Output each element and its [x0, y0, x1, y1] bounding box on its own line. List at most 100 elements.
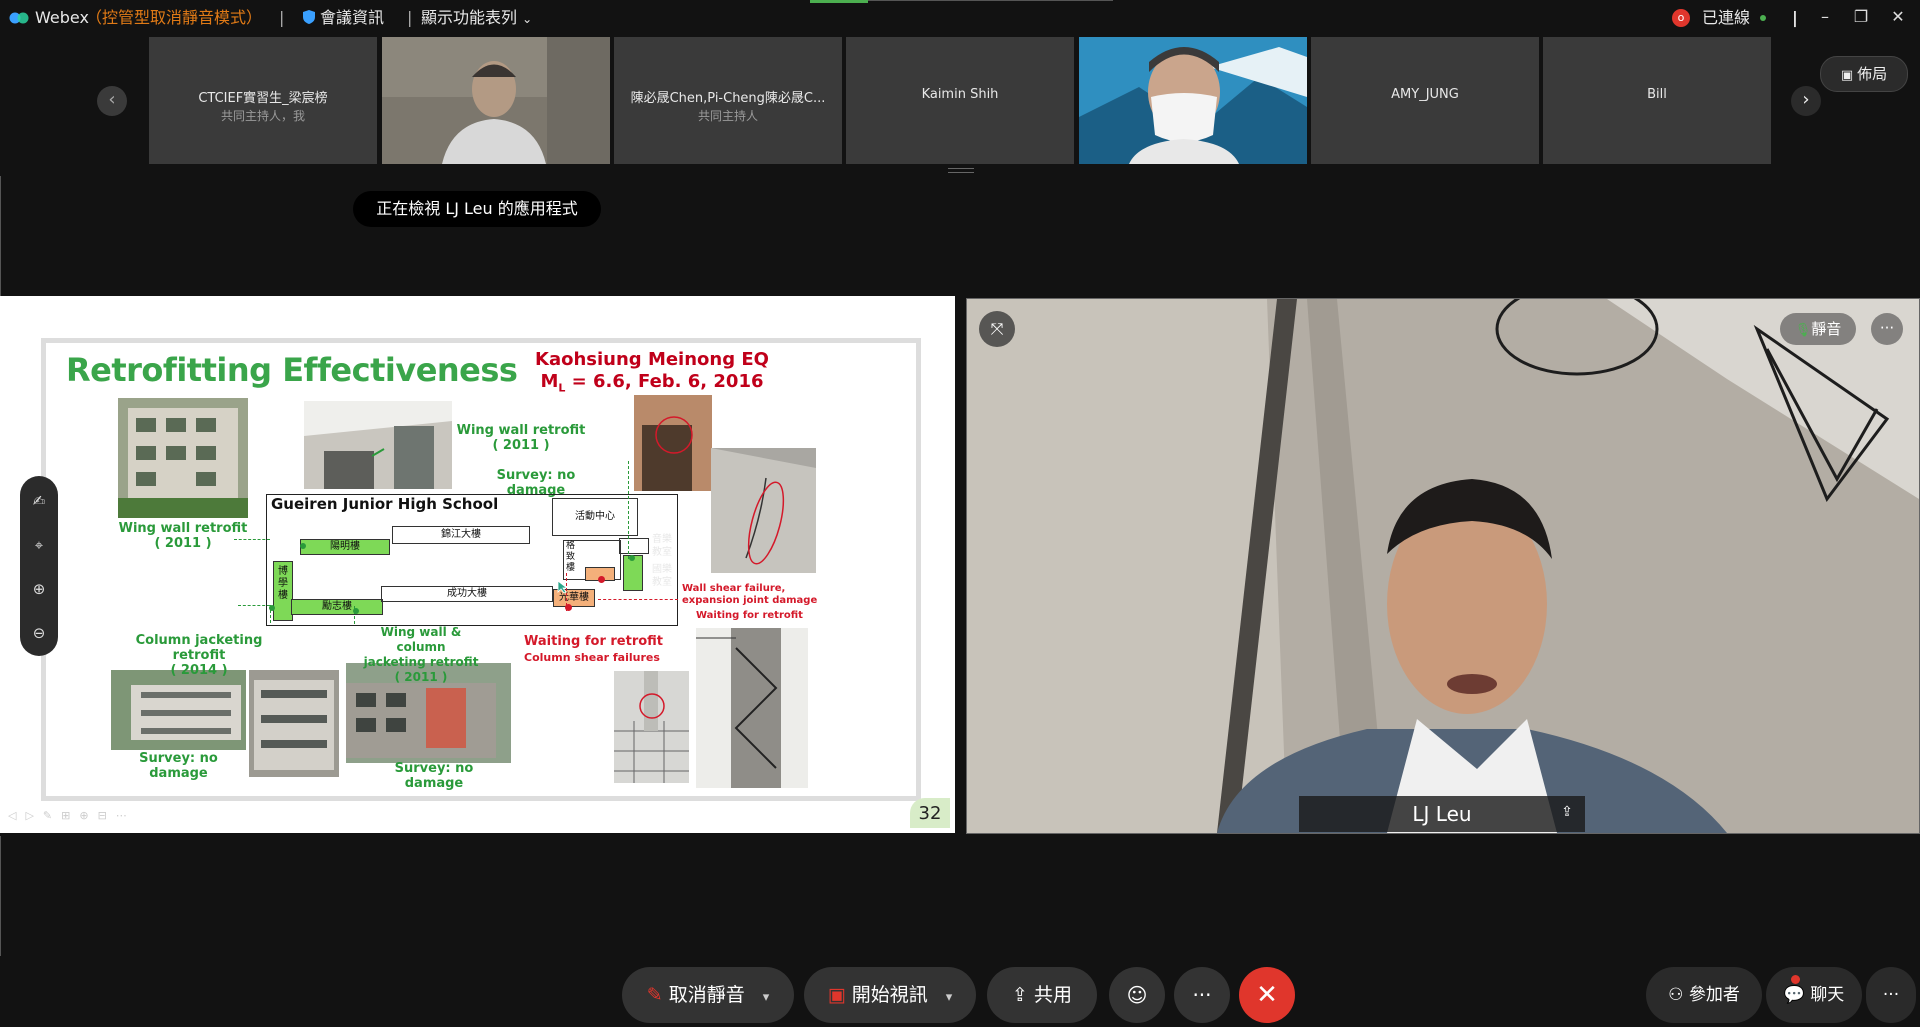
share-button[interactable]: ⇪ 共用 — [987, 967, 1097, 1023]
connected-dot-icon — [1760, 15, 1766, 21]
chevron-down-icon: ⌄ — [522, 12, 533, 26]
separator: | — [1792, 8, 1798, 27]
building-photo — [111, 670, 246, 750]
more-options-button[interactable]: ··· — [1174, 967, 1230, 1023]
person-icon: ⚇ — [1668, 985, 1684, 1005]
building: 勵志樓 — [291, 599, 383, 615]
shared-content[interactable]: Retrofitting Effectiveness Kaohsiung Mei… — [0, 296, 955, 833]
label: Survey: no damage — [394, 761, 474, 791]
participant-name: Bill — [1647, 87, 1667, 102]
resize-handle[interactable] — [948, 168, 974, 173]
leader-line — [238, 605, 270, 606]
video-mute-button[interactable]: 🎙靜音 — [1780, 313, 1856, 345]
participant-tile[interactable] — [1079, 37, 1307, 164]
label: Waiting for retrofit — [696, 610, 803, 621]
speaker-video-feed — [967, 299, 1919, 833]
earthquake-title: Kaohsiung Meinong EQ ML = 6.6, Feb. 6, 2… — [502, 349, 802, 400]
restore-button[interactable]: ❐ — [1843, 0, 1879, 36]
show-menu-button[interactable]: 顯示功能表列 ⌄ — [421, 0, 532, 36]
app-name: Webex — [35, 8, 89, 27]
building: 博 學 樓 — [273, 561, 293, 621]
building: 活動中心 — [552, 498, 638, 536]
building — [619, 538, 649, 554]
leader-line — [354, 606, 355, 624]
share-icon: ⇪ — [1012, 984, 1028, 1006]
participants-label: 參加者 — [1688, 985, 1740, 1005]
participant-name: AMY_JUNG — [1391, 87, 1459, 102]
leader-line — [566, 573, 567, 611]
strip-prev-button[interactable]: ‹ — [97, 86, 127, 116]
building-label: 國樂 教室 — [652, 564, 672, 588]
participant-tile[interactable] — [382, 37, 610, 164]
strip-next-button[interactable]: › — [1791, 86, 1821, 116]
speaker-video[interactable] — [966, 298, 1920, 834]
webex-logo-icon — [9, 12, 29, 24]
more-right-button[interactable]: ··· — [1866, 967, 1916, 1023]
leave-meeting-button[interactable]: ✕ — [1239, 967, 1295, 1023]
school-name: Gueiren Junior High School — [271, 495, 499, 513]
pin-icon[interactable]: ⤧ — [979, 311, 1015, 347]
participant-tile[interactable]: AMY_JUNG — [1311, 37, 1539, 164]
start-video-button[interactable]: ▣ 開始視訊 ▾ — [804, 967, 976, 1023]
annotation-toolbar: ✍ ⌖ ⊕ ⊖ — [20, 476, 58, 656]
chevron-down-icon[interactable]: ▾ — [946, 990, 953, 1005]
chat-icon: 💬 — [1783, 985, 1805, 1005]
chat-button[interactable]: 💬 聊天 — [1766, 967, 1862, 1023]
presentation-slide: Retrofitting Effectiveness Kaohsiung Mei… — [41, 338, 921, 801]
connected-label[interactable]: 已連線 — [1702, 0, 1750, 36]
participant-video — [382, 37, 610, 164]
building-photo — [118, 398, 248, 518]
reactions-button[interactable]: ☺ — [1109, 967, 1165, 1023]
layout-label: 佈局 — [1857, 65, 1888, 83]
label: Waiting for retrofit — [524, 634, 664, 649]
eq-name: Kaohsiung Meinong EQ — [535, 349, 769, 370]
window-edge — [0, 176, 1, 296]
video-more-button[interactable]: ··· — [1871, 313, 1903, 345]
meeting-info-button[interactable]: 會議資訊 — [302, 0, 384, 36]
corridor-photo — [304, 401, 452, 489]
participants-button[interactable]: ⚇ 參加者 — [1646, 967, 1762, 1023]
leader-line — [598, 599, 678, 600]
building: 陽明樓 — [300, 539, 390, 555]
close-window-button[interactable]: ✕ — [1880, 0, 1916, 36]
label: Survey: no damage — [139, 751, 218, 781]
slide-controls[interactable]: ◁▷✎⊞⊕⊟⋯ — [8, 809, 136, 822]
chat-label: 聊天 — [1810, 985, 1845, 1005]
page-number: 32 — [910, 798, 950, 828]
marker-dot — [300, 543, 306, 549]
leader-line — [234, 539, 270, 540]
participant-tile[interactable]: 陳必晟Chen,Pi-Cheng陳必晟C... 共同主持人 — [614, 37, 842, 164]
label: Wall shear failure, expansion joint damag… — [682, 583, 818, 606]
close-icon: ✕ — [1256, 980, 1278, 1010]
record-indicator-icon[interactable]: o — [1672, 9, 1690, 27]
participant-name: Kaimin Shih — [921, 87, 999, 102]
participant-tile[interactable]: Bill — [1543, 37, 1771, 164]
label: Wing wall & column jacketing retrofit( 20… — [363, 625, 479, 684]
window-edge — [0, 836, 1, 956]
video-off-icon: ▣ — [827, 984, 846, 1006]
layout-button[interactable]: ▣ 佈局 — [1820, 56, 1908, 92]
unmute-button[interactable]: ✎ 取消靜音 ▾ — [622, 967, 794, 1023]
speaker-name-tag: LJ Leu — [1299, 796, 1585, 832]
participant-tile[interactable]: CTCIEF實習生_梁宸榜 共同主持人，我 — [149, 37, 377, 164]
video-mute-label: 靜音 — [1811, 320, 1842, 338]
campus-map: Gueiren Junior High School 活動中心 錦江大樓 陽明樓… — [266, 494, 678, 626]
zoom-in-icon[interactable]: ⊕ — [20, 574, 58, 604]
participant-tile[interactable]: Kaimin Shih — [846, 37, 1074, 164]
label: Column shear failures — [524, 651, 660, 664]
green-indicator — [810, 0, 868, 3]
zoom-out-icon[interactable]: ⊖ — [20, 618, 58, 648]
pen-icon[interactable]: ✍ — [20, 486, 58, 516]
label: Wing wall retrofit( 2011 ) — [456, 423, 586, 453]
separator: | — [279, 8, 285, 27]
building: 錦江大樓 — [392, 526, 530, 544]
chevron-down-icon[interactable]: ▾ — [763, 990, 770, 1005]
minimize-button[interactable]: – — [1807, 0, 1843, 36]
layout-icon: ▣ — [1840, 68, 1854, 83]
mute-mode-label: （控管型取消靜音模式） — [86, 8, 263, 27]
leader-line — [628, 461, 629, 559]
pointer-icon[interactable]: ⌖ — [20, 530, 58, 560]
meeting-info-label: 會議資訊 — [320, 8, 385, 27]
cursor-icon — [557, 580, 569, 594]
mic-icon: 🎙 — [1794, 323, 1812, 338]
